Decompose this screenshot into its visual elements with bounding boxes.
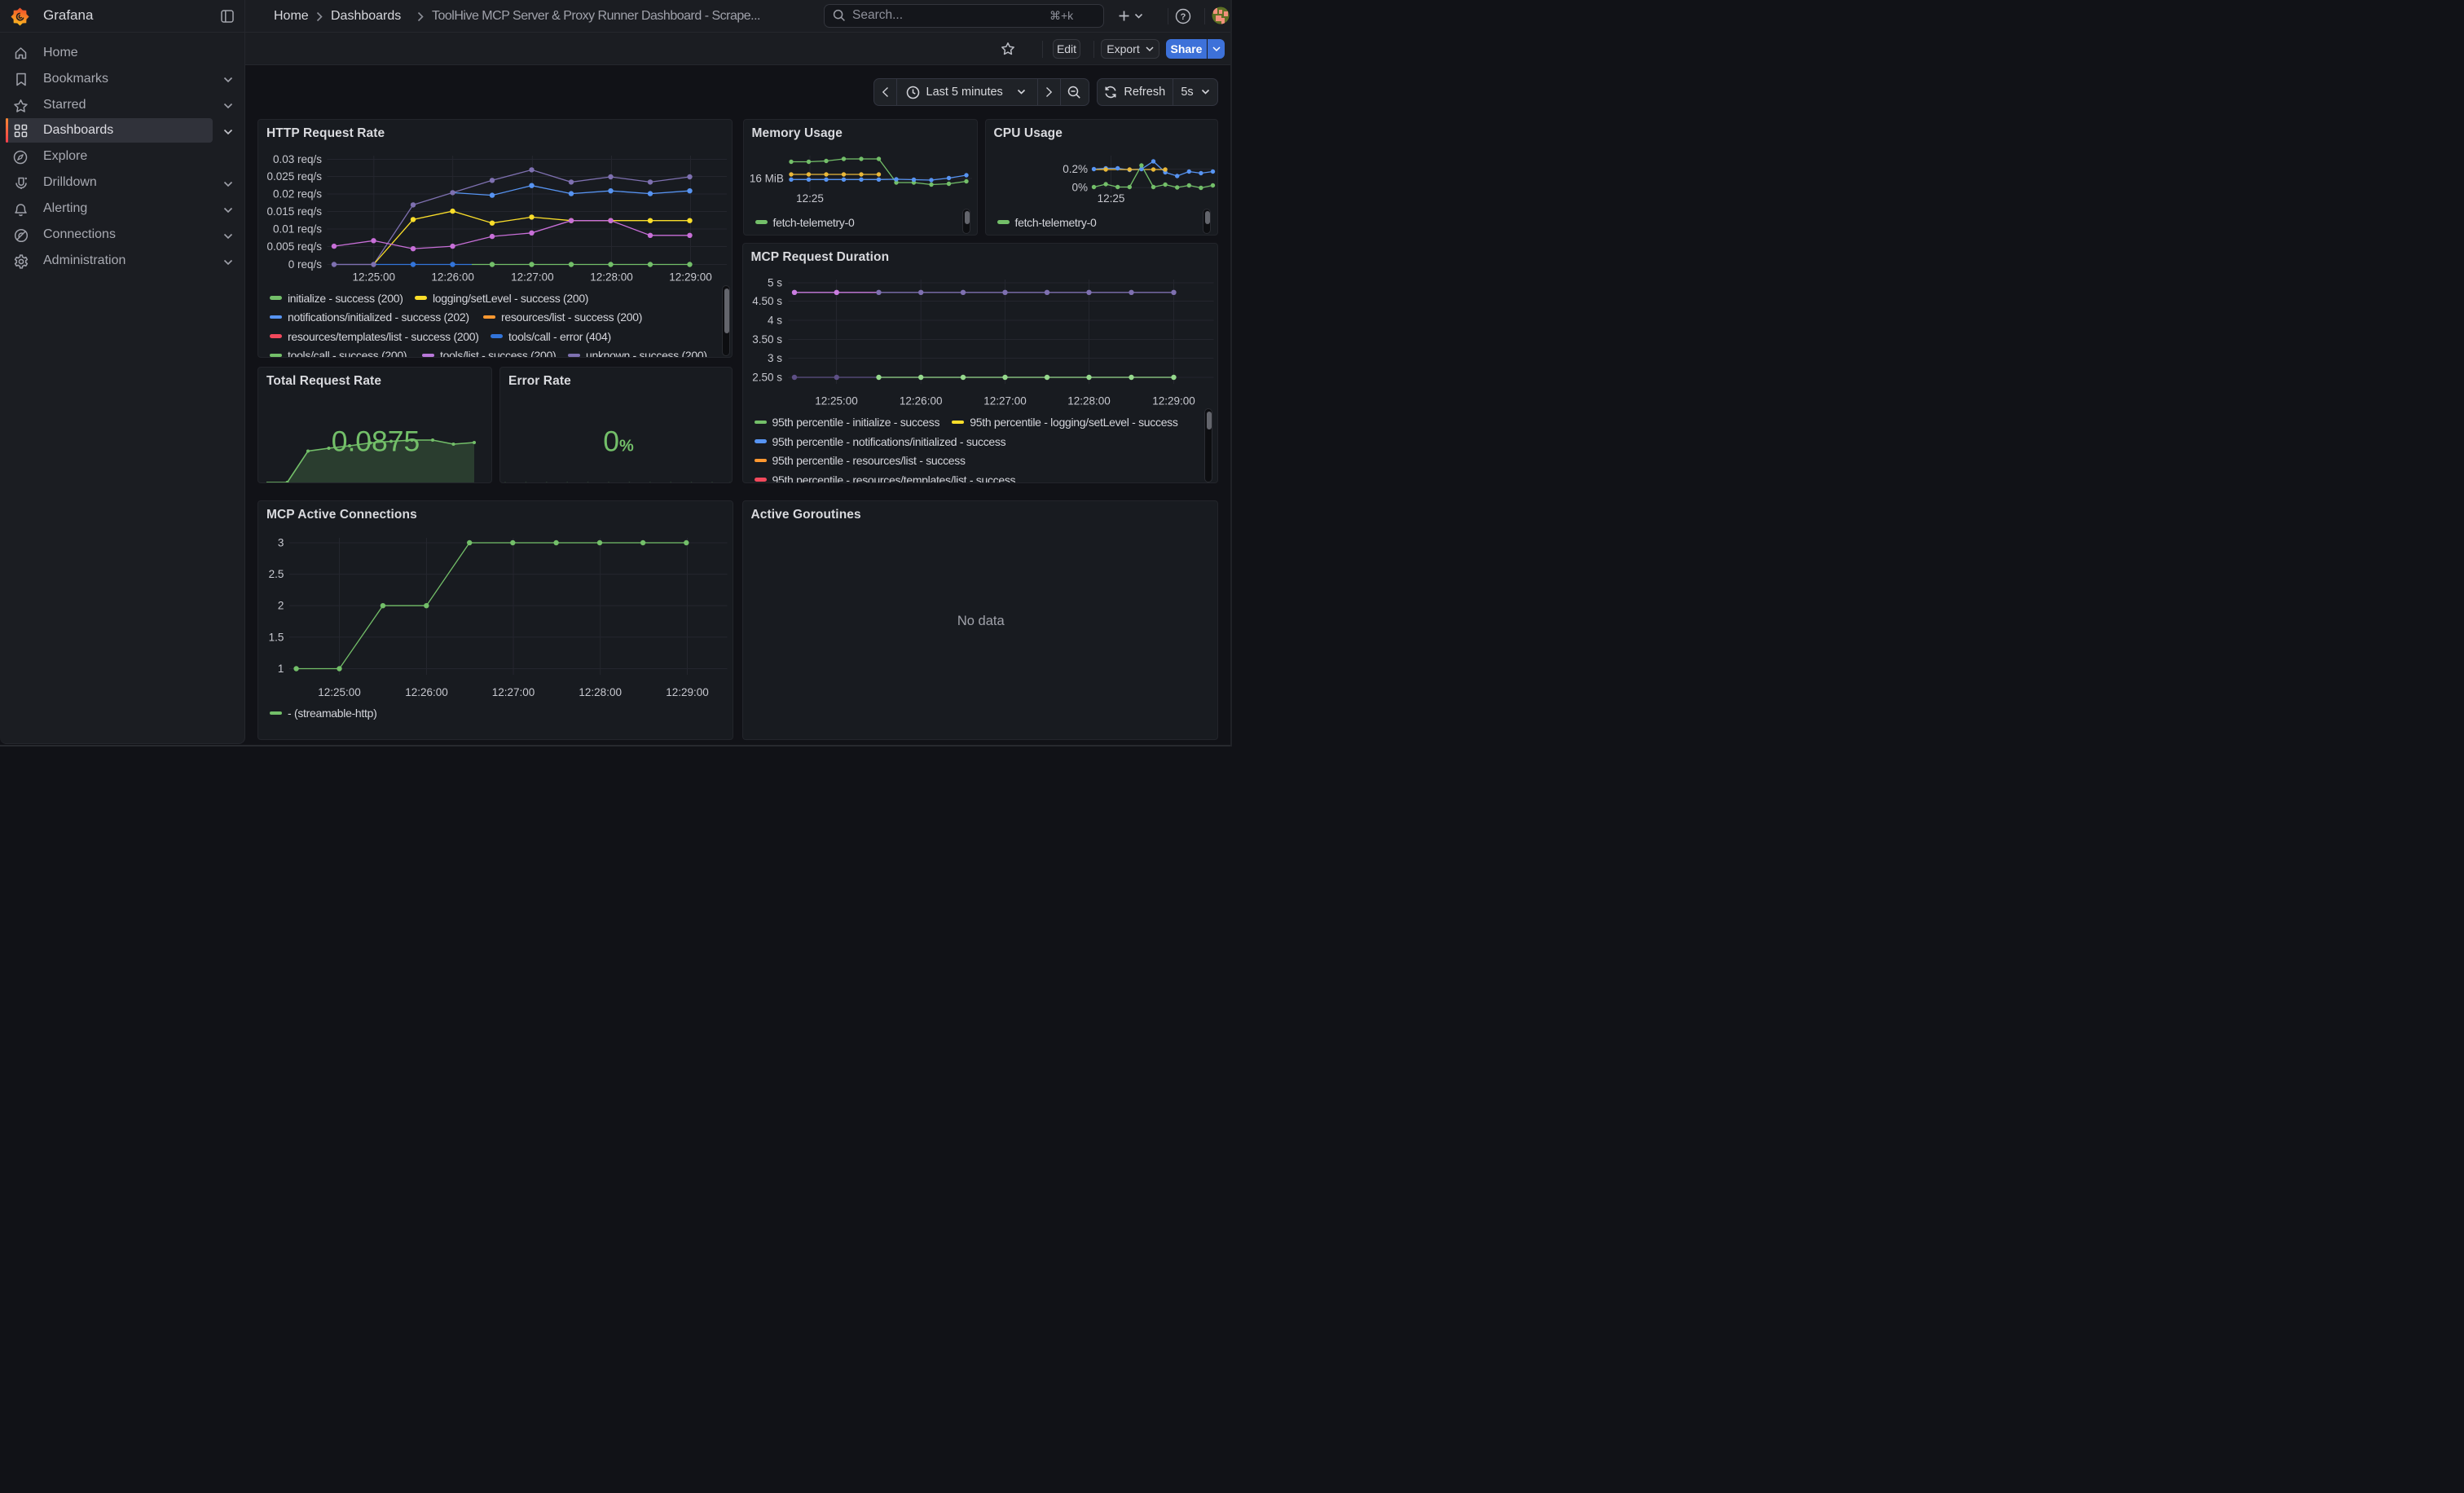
svg-text:12:25: 12:25 <box>796 192 824 205</box>
svg-text:12:25:00: 12:25:00 <box>353 271 396 283</box>
svg-text:12:27:00: 12:27:00 <box>511 271 554 283</box>
svg-text:2.50 s: 2.50 s <box>752 371 782 383</box>
svg-text:0.005 req/s: 0.005 req/s <box>266 240 322 253</box>
svg-text:12:28:00: 12:28:00 <box>590 271 633 283</box>
svg-text:12:28:00: 12:28:00 <box>579 686 622 698</box>
svg-text:0 req/s: 0 req/s <box>288 258 323 271</box>
svg-text:0.0875: 0.0875 <box>332 425 420 457</box>
svg-text:?: ? <box>1181 12 1186 22</box>
svg-text:12:25:00: 12:25:00 <box>815 394 858 407</box>
svg-text:3: 3 <box>278 537 284 549</box>
svg-text:12:25:00: 12:25:00 <box>318 686 361 698</box>
svg-text:12:27:00: 12:27:00 <box>492 686 535 698</box>
svg-text:12:26:00: 12:26:00 <box>431 271 474 283</box>
svg-text:12:27:00: 12:27:00 <box>983 394 1027 407</box>
svg-text:3.50 s: 3.50 s <box>752 333 782 346</box>
svg-text:1.5: 1.5 <box>269 631 284 643</box>
svg-text:12:29:00: 12:29:00 <box>1152 394 1195 407</box>
svg-text:0.03 req/s: 0.03 req/s <box>273 153 322 165</box>
svg-text:0%: 0% <box>603 425 634 457</box>
svg-text:4 s: 4 s <box>767 314 781 326</box>
svg-text:2.5: 2.5 <box>269 568 284 580</box>
svg-text:0.015 req/s: 0.015 req/s <box>266 205 322 218</box>
svg-text:0.025 req/s: 0.025 req/s <box>266 170 322 183</box>
svg-text:0%: 0% <box>1071 181 1088 193</box>
svg-text:12:26:00: 12:26:00 <box>899 394 942 407</box>
svg-text:2: 2 <box>278 600 284 612</box>
svg-text:12:28:00: 12:28:00 <box>1067 394 1111 407</box>
svg-text:12:26:00: 12:26:00 <box>405 686 448 698</box>
svg-text:0.02 req/s: 0.02 req/s <box>273 187 322 200</box>
svg-text:12:29:00: 12:29:00 <box>666 686 709 698</box>
svg-text:1: 1 <box>278 663 284 675</box>
svg-text:0.2%: 0.2% <box>1063 163 1088 175</box>
svg-text:0.01 req/s: 0.01 req/s <box>273 222 322 235</box>
svg-text:4.50 s: 4.50 s <box>752 295 782 307</box>
svg-text:12:29:00: 12:29:00 <box>669 271 712 283</box>
svg-text:16 MiB: 16 MiB <box>749 172 783 184</box>
svg-text:12:25: 12:25 <box>1097 192 1124 205</box>
svg-text:5 s: 5 s <box>767 276 781 288</box>
svg-text:3 s: 3 s <box>767 352 781 364</box>
